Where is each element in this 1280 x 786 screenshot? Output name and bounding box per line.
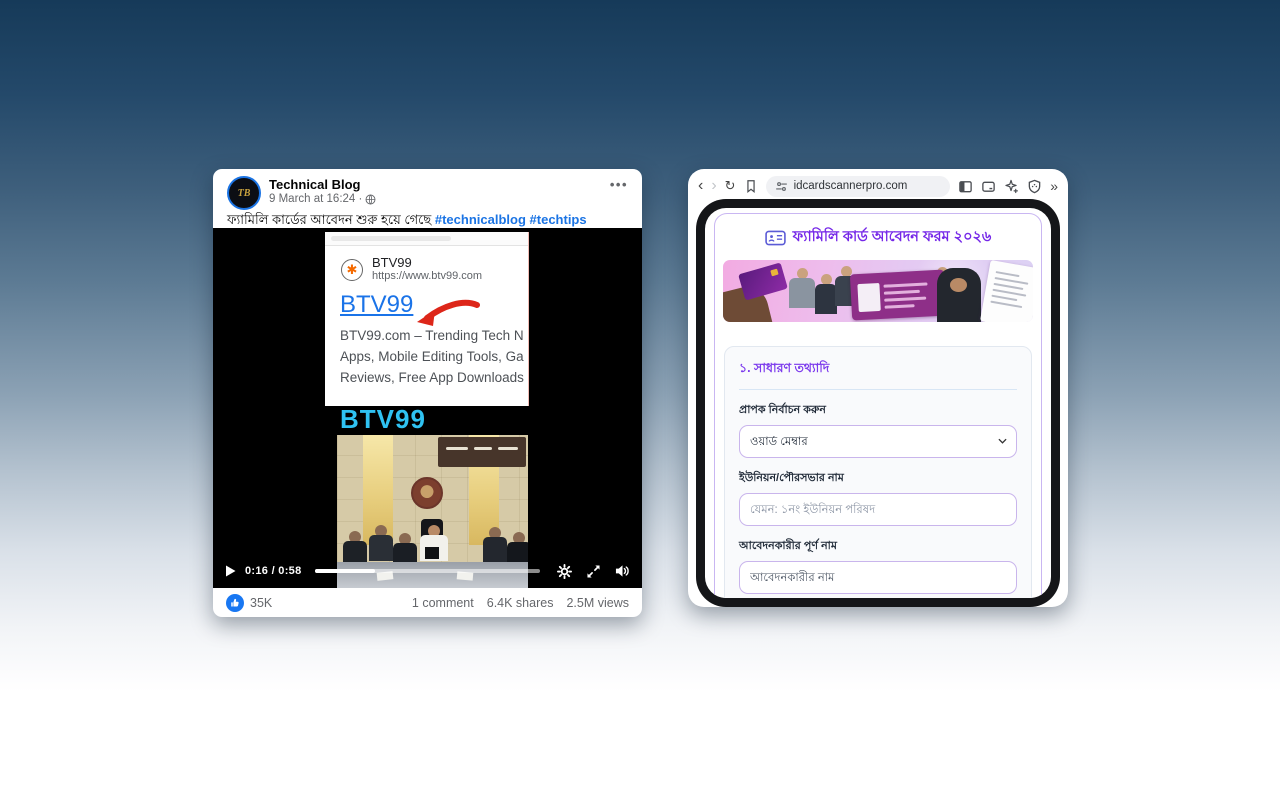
forward-button[interactable]: › xyxy=(711,178,716,194)
toolbar-overflow-button[interactable]: » xyxy=(1050,178,1058,194)
reload-button[interactable]: ↻ xyxy=(725,178,736,194)
form-title-text: ফ্যামিলি কার্ড আবেদন ফরম ২০২৬ xyxy=(793,226,992,250)
facebook-post-card: TB Technical Blog 9 March at 16:24 · •••… xyxy=(213,169,642,617)
bookmark-icon[interactable] xyxy=(744,178,758,194)
description-line-2: Apps, Mobile Editing Tools, Ga xyxy=(340,346,528,367)
hashtag-techtips[interactable]: #techtips xyxy=(530,212,587,227)
post-text-body: ফ্যামিলি কার্ডের আবেদন শুরু হয়ে গেছে xyxy=(227,212,431,227)
post-menu-button[interactable]: ••• xyxy=(610,177,628,192)
red-arrow-annotation-icon xyxy=(413,298,485,334)
browser-toolbar: ‹ › ↻ idcardscannerpro.com » xyxy=(688,169,1068,201)
site-url: https://www.btv99.com xyxy=(372,270,482,283)
id-card-icon xyxy=(765,230,786,246)
fullscreen-icon[interactable] xyxy=(587,565,600,578)
extensions-sparkle-icon[interactable] xyxy=(1004,179,1019,194)
phone-bezel: ফ্যামিলি কার্ড আবেদন ফরম ২০২৬ xyxy=(696,199,1060,607)
avatar-monogram: TB xyxy=(238,188,251,199)
banner-official-1 xyxy=(789,268,815,308)
search-result-site-row: ✱ BTV99 https://www.btv99.com xyxy=(341,256,528,283)
privacy-shield-icon[interactable] xyxy=(1027,179,1042,194)
section-heading: ১. সাধারণ তথ্যাদি xyxy=(739,360,1017,380)
site-settings-icon[interactable] xyxy=(775,180,788,193)
post-timestamp: 9 March at 16:24 · xyxy=(269,192,376,206)
post-header: TB Technical Blog 9 March at 16:24 · ••• xyxy=(213,169,642,211)
photo-national-emblem xyxy=(411,477,443,509)
timestamp-text: 9 March at 16:24 · xyxy=(269,192,362,206)
post-text: ফ্যামিলি কার্ডের আবেদন শুরু হয়ে গেছে #t… xyxy=(213,211,642,228)
application-form-card: ফ্যামিলি কার্ড আবেদন ফরম ২০২৬ xyxy=(714,213,1042,598)
post-stats-bar: 35K 1 comment 6.4K shares 2.5M views xyxy=(213,588,642,617)
video-player[interactable]: ✱ BTV99 https://www.btv99.com BTV99 BTV9… xyxy=(213,228,642,588)
settings-gear-icon[interactable] xyxy=(557,564,572,579)
volume-icon[interactable] xyxy=(615,564,630,578)
sidebar-toggle-icon[interactable] xyxy=(958,179,973,194)
video-progress-played xyxy=(315,569,376,574)
author-name[interactable]: Technical Blog xyxy=(269,177,376,192)
applicant-name-input[interactable] xyxy=(739,561,1017,594)
video-time: 0:16 / 0:58 xyxy=(245,565,302,577)
photo-official-right-1 xyxy=(483,527,507,563)
play-button[interactable] xyxy=(225,565,236,577)
post-author-block: Technical Blog 9 March at 16:24 · xyxy=(269,176,376,211)
video-right-controls xyxy=(557,564,630,579)
banner-held-card xyxy=(738,262,788,300)
banner-family-card xyxy=(850,270,946,321)
share-count[interactable]: 6.4K shares xyxy=(487,596,554,610)
reaction-count[interactable]: 35K xyxy=(250,596,272,610)
view-count[interactable]: 2.5M views xyxy=(566,596,629,610)
banner-woman-hijab xyxy=(937,268,981,322)
wallet-icon[interactable] xyxy=(981,179,996,194)
search-result-link[interactable]: BTV99 xyxy=(340,292,413,318)
photo-microphone xyxy=(425,547,439,559)
search-result-site: BTV99 https://www.btv99.com xyxy=(372,256,482,283)
back-button[interactable]: ‹ xyxy=(698,178,703,194)
address-bar[interactable]: idcardscannerpro.com xyxy=(766,176,951,197)
photo-calligraphy-plaque xyxy=(438,437,526,467)
hashtag-technicalblog[interactable]: #technicalblog xyxy=(435,212,526,227)
applicant-name-label: আবেদনকারীর পূর্ণ নাম xyxy=(739,537,1017,556)
form-title: ফ্যামিলি কার্ড আবেদন ফরম ২০২৬ xyxy=(715,214,1041,260)
video-search-result-frame: ✱ BTV99 https://www.btv99.com BTV99 BTV9… xyxy=(325,232,529,406)
photo-official-left-2 xyxy=(369,525,393,561)
comment-count[interactable]: 1 comment xyxy=(412,596,474,610)
screenshot-browser-strip xyxy=(325,232,528,246)
banner-official-2 xyxy=(815,274,837,314)
union-name-label: ইউনিয়ন/পৌরসভার নাম xyxy=(739,469,1017,488)
banner-image xyxy=(723,260,1033,322)
phone-mockup: ‹ › ↻ idcardscannerpro.com » ফ্যামিলি কা… xyxy=(688,169,1068,607)
recipient-select-wrap: ওয়ার্ড মেম্বার xyxy=(739,425,1017,458)
phone-screen: ফ্যামিলি কার্ড আবেদন ফরম ২০২৬ xyxy=(705,208,1051,598)
video-controls: 0:16 / 0:58 xyxy=(213,561,642,581)
search-result-description: BTV99.com – Trending Tech N Apps, Mobile… xyxy=(340,325,528,388)
video-overlay-title: BTV99 xyxy=(340,405,426,433)
recipient-select[interactable]: ওয়ার্ড মেম্বার xyxy=(739,425,1017,458)
site-name: BTV99 xyxy=(372,256,482,270)
section-divider xyxy=(739,389,1017,390)
globe-icon xyxy=(365,194,376,205)
description-line-3: Reviews, Free App Downloads xyxy=(340,367,528,388)
form-section-general: ১. সাধারণ তথ্যাদি প্রাপক নির্বাচন করুন ও… xyxy=(724,346,1032,598)
video-progress-bar[interactable] xyxy=(315,569,540,573)
url-text[interactable]: idcardscannerpro.com xyxy=(794,180,908,192)
union-name-input[interactable] xyxy=(739,493,1017,526)
like-reaction-icon[interactable] xyxy=(226,594,244,612)
recipient-label: প্রাপক নির্বাচন করুন xyxy=(739,401,1017,420)
avatar[interactable]: TB xyxy=(227,176,261,210)
toolbar-right-icons: » xyxy=(958,178,1058,194)
btv99-favicon-icon: ✱ xyxy=(341,259,363,281)
